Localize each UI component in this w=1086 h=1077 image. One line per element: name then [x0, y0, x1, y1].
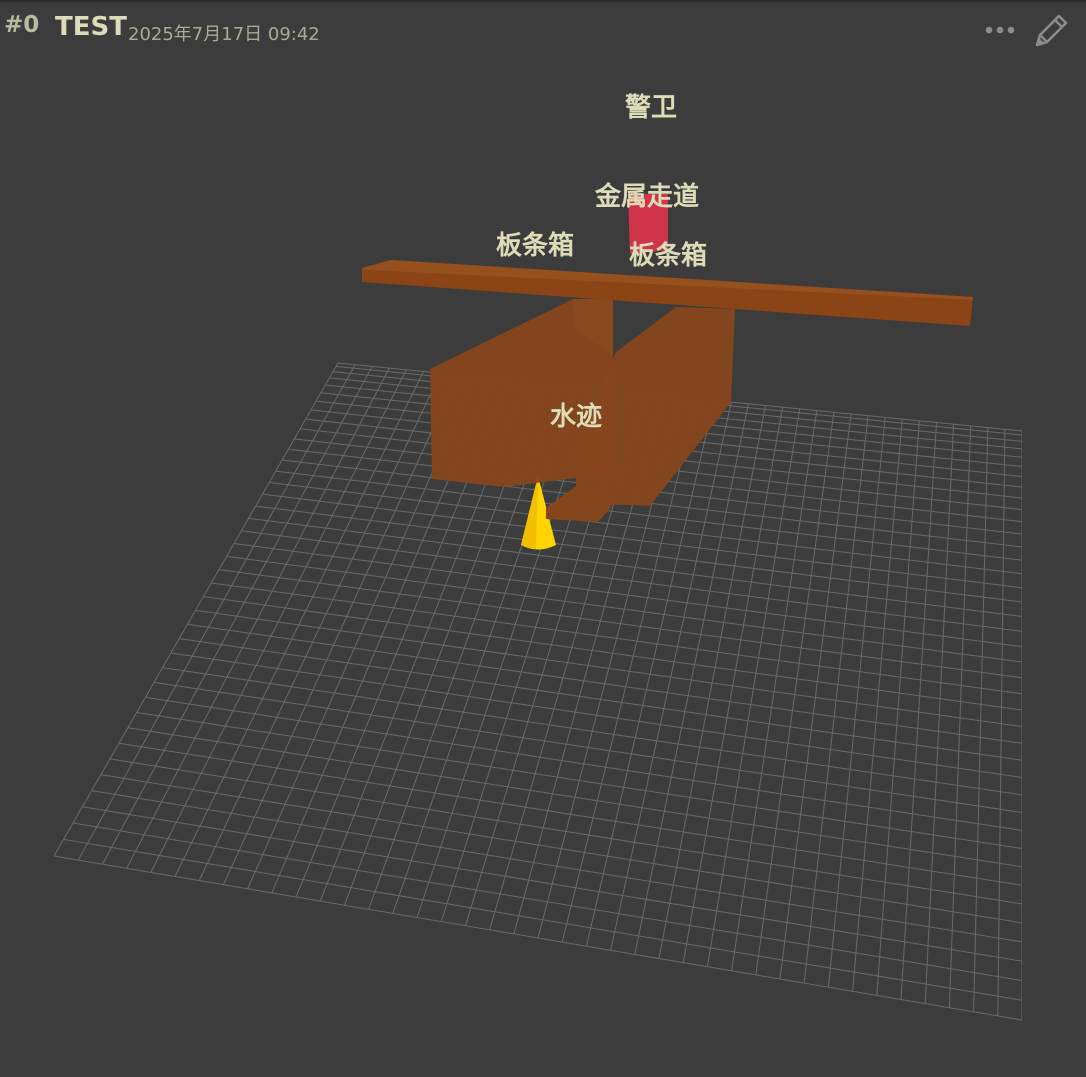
entry-card: #0 TEST 2025年7月17日 09:42 警卫 金属走道 板条箱 板条箱… — [0, 0, 1086, 1077]
label-guard: 警卫 — [625, 92, 677, 123]
grid-line — [101, 366, 373, 865]
label-water-mark: 水迹 — [550, 401, 602, 432]
grid-line — [779, 413, 852, 980]
label-metal-walkway: 金属走道 — [594, 181, 699, 212]
grid-line — [682, 407, 784, 963]
grid-line — [126, 367, 390, 869]
label-crate-right: 板条箱 — [629, 240, 707, 271]
grid-line — [876, 420, 920, 996]
grid-line — [900, 422, 937, 1000]
grid-line — [706, 408, 801, 967]
grid-line — [77, 364, 356, 861]
grid-line — [997, 429, 1006, 1016]
label-crate-left: 板条箱 — [496, 230, 574, 261]
3d-scene-viewport[interactable]: 警卫 金属走道 板条箱 板条箱 水迹 — [0, 0, 1086, 1077]
grid-line — [198, 372, 442, 881]
grid-line — [174, 371, 424, 877]
grid-line — [731, 410, 818, 971]
